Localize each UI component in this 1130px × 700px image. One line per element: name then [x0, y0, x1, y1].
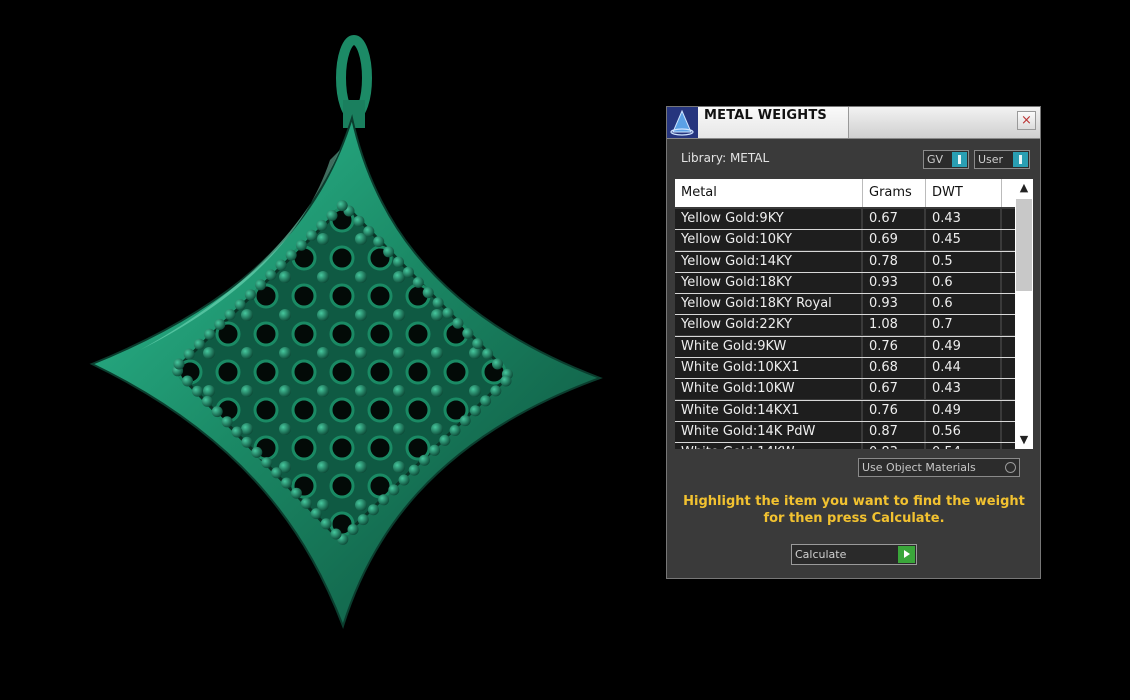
dwt-cell: 0.43	[926, 209, 1000, 229]
dwt-cell: 0.5	[926, 251, 1000, 272]
row-spacer	[1002, 400, 1015, 421]
instruction-text: Highlight the item you want to find the …	[683, 494, 1025, 526]
grams-cell: 0.78	[863, 251, 924, 272]
close-icon: ×	[1021, 113, 1032, 128]
metal-cell: Yellow Gold:22KY	[675, 315, 861, 336]
metal-weights-panel: METAL WEIGHTS × Library: METAL GV User M…	[666, 106, 1041, 579]
column-header-dwt[interactable]: DWT	[926, 179, 1002, 207]
dwt-cell: 0.45	[926, 230, 1000, 251]
panel-title: METAL WEIGHTS	[704, 108, 827, 123]
table-row[interactable]: Yellow Gold:22KY 1.08 0.7	[675, 315, 1015, 337]
3d-viewport[interactable]	[0, 0, 660, 700]
metal-cell: Yellow Gold:18KY Royal	[675, 294, 861, 315]
table-row[interactable]: White Gold:10KX1 0.68 0.44	[675, 358, 1015, 380]
grams-cell: 0.87	[863, 421, 924, 442]
row-spacer	[1002, 251, 1015, 272]
table-body: Yellow Gold:9KY 0.67 0.43 Yellow Gold:10KY 0…	[675, 209, 1015, 449]
metal-cell: White Gold:9KW	[675, 336, 861, 357]
user-toggle-label: User	[978, 153, 1004, 166]
row-spacer	[1002, 294, 1015, 315]
dwt-cell: 0.6	[926, 294, 1000, 315]
metal-cell: White Gold:14K PdW	[675, 421, 861, 442]
pendant-model	[89, 35, 603, 630]
table-row[interactable]: Yellow Gold:9KY 0.67 0.43	[675, 209, 1015, 231]
scroll-up-arrow-icon[interactable]: ▲	[1015, 179, 1033, 197]
metal-cell: Yellow Gold:10KY	[675, 230, 861, 251]
table-row[interactable]: Yellow Gold:14KY 0.78 0.5	[675, 251, 1015, 273]
metal-cell: Yellow Gold:14KY	[675, 251, 861, 272]
metal-cell: White Gold:10KX1	[675, 358, 861, 379]
table-row[interactable]: White Gold:14KX1 0.76 0.49	[675, 400, 1015, 422]
grams-cell: 0.67	[863, 209, 924, 229]
use-object-materials-label: Use Object Materials	[862, 461, 976, 474]
row-spacer	[1002, 336, 1015, 357]
toggle-switch-icon	[952, 152, 967, 167]
grams-cell: 0.67	[863, 379, 924, 400]
library-label: Library: METAL	[681, 151, 770, 165]
grams-cell: 0.83	[863, 443, 924, 449]
grams-cell: 0.93	[863, 272, 924, 293]
grams-cell: 0.76	[863, 400, 924, 421]
row-spacer	[1002, 443, 1015, 449]
metal-cell: White Gold:14KX1	[675, 400, 861, 421]
table-scrollbar[interactable]: ▲ ▼	[1015, 179, 1033, 449]
table-row[interactable]: White Gold:14KW0.830.54	[675, 443, 1015, 449]
table-row[interactable]: White Gold:14K PdW 0.87 0.56	[675, 421, 1015, 444]
row-spacer	[1002, 230, 1015, 251]
row-spacer	[1002, 272, 1015, 293]
row-spacer	[1002, 358, 1015, 379]
title-tab: METAL WEIGHTS	[698, 107, 849, 138]
table-row[interactable]: White Gold:9KW 0.76 0.49	[675, 336, 1015, 359]
gv-toggle[interactable]: GV	[923, 150, 969, 169]
metal-cell: White Gold:10KW	[675, 379, 861, 400]
scroll-down-arrow-icon[interactable]: ▼	[1015, 431, 1033, 449]
grams-cell: 0.93	[863, 294, 924, 315]
column-header-metal[interactable]: Metal	[675, 179, 863, 207]
table-row[interactable]: Yellow Gold:18KY Royal 0.93 0.6	[675, 294, 1015, 316]
dwt-cell: 0.49	[926, 336, 1000, 357]
grams-cell: 0.76	[863, 336, 924, 357]
metal-cell: Yellow Gold:18KY	[675, 272, 861, 293]
dwt-cell: 0.56	[926, 421, 1000, 442]
app-logo-icon	[667, 107, 698, 138]
calculate-label: Calculate	[795, 548, 847, 561]
close-button[interactable]: ×	[1017, 111, 1036, 130]
metal-table: Metal Grams DWT Yellow Gold:9KY 0.67 0.43 Y…	[675, 179, 1033, 449]
metal-cell: Yellow Gold:9KY	[675, 209, 861, 229]
user-toggle[interactable]: User	[974, 150, 1030, 169]
dwt-cell: 0.54	[926, 443, 1000, 449]
metal-cell: White Gold:14KW	[675, 443, 861, 449]
row-spacer	[1002, 209, 1015, 229]
dwt-cell: 0.7	[926, 315, 1000, 336]
table-header: Metal Grams DWT	[675, 179, 1015, 207]
row-spacer	[1002, 421, 1015, 442]
table-row[interactable]: White Gold:10KW 0.67 0.43	[675, 379, 1015, 401]
scroll-thumb[interactable]	[1016, 199, 1032, 291]
gv-toggle-label: GV	[927, 153, 944, 166]
grams-cell: 0.69	[863, 230, 924, 251]
title-bar[interactable]: METAL WEIGHTS ×	[667, 107, 1040, 139]
calculate-button[interactable]: Calculate	[791, 544, 917, 565]
row-spacer	[1002, 315, 1015, 336]
radio-icon[interactable]	[1005, 462, 1016, 473]
play-arrow-icon	[898, 546, 915, 563]
toggle-switch-icon	[1013, 152, 1028, 167]
table-row[interactable]: Yellow Gold:18KY 0.93 0.6	[675, 272, 1015, 295]
dwt-cell: 0.6	[926, 272, 1000, 293]
dwt-cell: 0.44	[926, 358, 1000, 379]
grams-cell: 1.08	[863, 315, 924, 336]
grams-cell: 0.68	[863, 358, 924, 379]
column-header-grams[interactable]: Grams	[863, 179, 926, 207]
dwt-cell: 0.43	[926, 379, 1000, 400]
row-spacer	[1002, 379, 1015, 400]
use-object-materials-option[interactable]: Use Object Materials	[858, 458, 1020, 477]
dwt-cell: 0.49	[926, 400, 1000, 421]
bead-pattern	[172, 200, 513, 545]
table-row[interactable]: Yellow Gold:10KY 0.69 0.45	[675, 230, 1015, 252]
